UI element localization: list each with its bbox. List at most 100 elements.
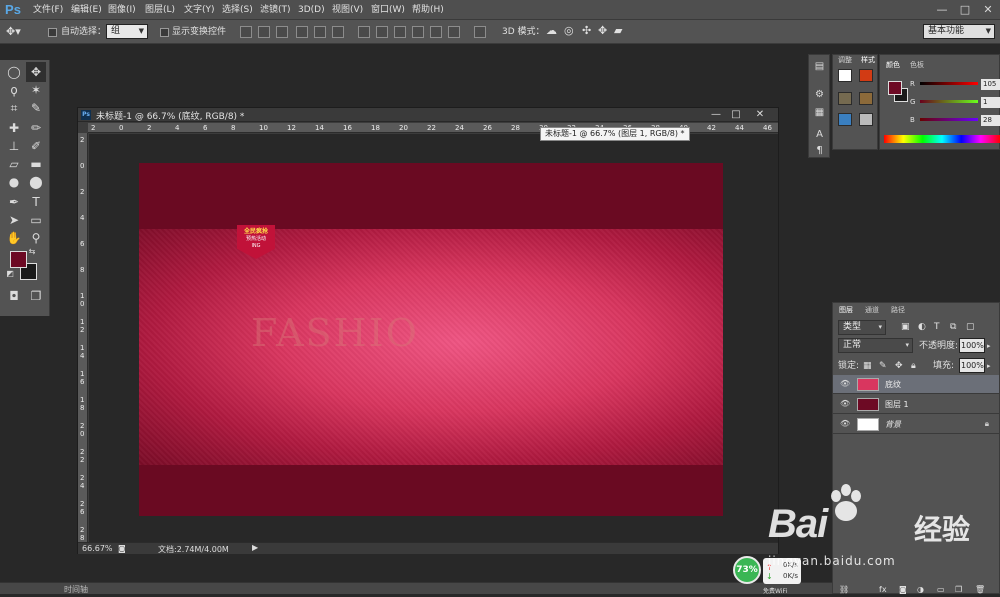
add-mask-icon[interactable]: ◙ bbox=[899, 583, 907, 597]
fill-input[interactable]: 100% bbox=[959, 358, 985, 373]
move-tool-icon[interactable]: ✥▾ bbox=[6, 25, 21, 39]
distribute-left-icon[interactable] bbox=[412, 26, 424, 38]
blur-tool-icon[interactable]: ● bbox=[4, 172, 24, 192]
menu-image[interactable]: 图像(I) bbox=[108, 4, 136, 16]
new-group-icon[interactable]: ▭ bbox=[937, 583, 945, 597]
menu-file[interactable]: 文件(F) bbox=[33, 4, 63, 16]
vertical-ruler[interactable]: 2 0 2 4 6 8 1 0 1 2 1 4 1 6 1 8 2 0 2 2 2 4 2 6 2 8 bbox=[78, 133, 88, 542]
menu-window[interactable]: 窗口(W) bbox=[371, 4, 405, 16]
menu-type[interactable]: 文字(Y) bbox=[184, 4, 215, 16]
eyedropper-icon[interactable]: ✎ bbox=[26, 98, 46, 118]
distribute-hcenter-icon[interactable] bbox=[430, 26, 442, 38]
zoom-tool-icon[interactable]: ⚲ bbox=[26, 228, 46, 248]
brush-tool-icon[interactable]: ✏ bbox=[26, 118, 46, 138]
default-colors-icon[interactable]: ◩ bbox=[4, 268, 16, 280]
type-tool-icon[interactable]: T bbox=[26, 192, 46, 212]
style-swatch-fire[interactable] bbox=[859, 69, 873, 82]
filter-pixel-icon[interactable]: ▣ bbox=[901, 320, 910, 334]
b-slider[interactable] bbox=[920, 118, 978, 121]
distribute-right-icon[interactable] bbox=[448, 26, 460, 38]
auto-select-checkbox[interactable] bbox=[48, 28, 57, 37]
history-brush-icon[interactable]: ✐ bbox=[26, 136, 46, 156]
align-vcenter-icon[interactable] bbox=[258, 26, 270, 38]
menu-3d[interactable]: 3D(D) bbox=[298, 4, 325, 16]
align-bottom-icon[interactable] bbox=[276, 26, 288, 38]
tab-color[interactable]: 颜色 bbox=[886, 60, 900, 70]
filter-smart-icon[interactable]: ▢ bbox=[966, 320, 975, 334]
blend-mode-dropdown[interactable]: 正常 ▾ bbox=[838, 338, 913, 353]
filter-shape-icon[interactable]: ⧉ bbox=[950, 320, 956, 334]
character-panel-icon[interactable]: A bbox=[812, 127, 827, 142]
style-swatch-sky[interactable] bbox=[838, 113, 852, 126]
color-spectrum[interactable] bbox=[884, 135, 1000, 143]
move-tool-icon[interactable]: ✥ bbox=[26, 62, 46, 82]
align-hcenter-icon[interactable] bbox=[314, 26, 326, 38]
timeline-label[interactable]: 时间轴 bbox=[64, 584, 88, 595]
r-value[interactable]: 105 bbox=[981, 79, 1000, 90]
swap-colors-icon[interactable]: ⇆ bbox=[26, 246, 38, 258]
gradient-tool-icon[interactable]: ▬ bbox=[26, 154, 46, 174]
link-layers-icon[interactable]: ⛓ bbox=[839, 583, 849, 597]
show-transform-checkbox[interactable] bbox=[160, 28, 169, 37]
align-right-icon[interactable] bbox=[332, 26, 344, 38]
eye-icon[interactable]: 👁︎ bbox=[840, 379, 850, 388]
lock-paint-icon[interactable]: ✎ bbox=[879, 359, 887, 373]
tab-paths[interactable]: 路径 bbox=[891, 305, 905, 315]
history-panel-icon[interactable]: ▤ bbox=[812, 59, 827, 74]
canvas[interactable]: FASHIO 全民疯抢 预热活动 ING bbox=[139, 163, 723, 516]
menu-help[interactable]: 帮助(H) bbox=[412, 4, 444, 16]
foreground-color-swatch[interactable] bbox=[10, 251, 27, 268]
status-arrow-icon[interactable]: ▶ bbox=[252, 543, 258, 552]
hand-tool-icon[interactable]: ✋ bbox=[4, 228, 24, 248]
path-select-icon[interactable]: ➤ bbox=[4, 210, 24, 230]
color-fg-swatch[interactable] bbox=[888, 81, 902, 95]
lock-position-icon[interactable]: ✥ bbox=[895, 359, 903, 373]
doc-close-button[interactable]: ✕ bbox=[750, 108, 770, 121]
delete-layer-icon[interactable]: 🗑︎ bbox=[975, 583, 985, 597]
shape-tool-icon[interactable]: ▭ bbox=[26, 210, 46, 230]
layer-filter-dropdown[interactable]: 类型 ▾ bbox=[838, 320, 886, 335]
g-value[interactable]: 1 bbox=[981, 97, 1000, 108]
auto-align-icon[interactable] bbox=[474, 26, 486, 38]
auto-select-dropdown[interactable]: 组 ▼ bbox=[106, 24, 148, 39]
marquee-tool-icon[interactable]: ◯ bbox=[4, 62, 24, 82]
style-swatch-gold[interactable] bbox=[859, 92, 873, 105]
dodge-tool-icon[interactable]: ⬤ bbox=[26, 172, 46, 192]
paragraph-panel-icon[interactable]: ¶ bbox=[812, 143, 827, 158]
align-top-icon[interactable] bbox=[240, 26, 252, 38]
quick-mask-icon[interactable]: ◘ bbox=[4, 286, 24, 306]
rotate-3d-icon[interactable]: ☁ bbox=[546, 24, 557, 38]
lock-pixels-icon[interactable]: ▦ bbox=[863, 359, 872, 373]
g-slider[interactable] bbox=[920, 100, 978, 103]
style-swatch-none[interactable] bbox=[838, 69, 852, 82]
document-title-bar[interactable]: Ps 未标题-1 @ 66.7% (底纹, RGB/8) * — □ ✕ bbox=[78, 108, 778, 122]
fill-arrow-icon[interactable]: ▸ bbox=[987, 359, 991, 373]
tab-styles[interactable]: 样式 bbox=[861, 55, 875, 65]
style-swatch-silver[interactable] bbox=[859, 113, 873, 126]
doc-maximize-button[interactable]: □ bbox=[726, 108, 746, 121]
stamp-tool-icon[interactable]: ⊥ bbox=[4, 136, 24, 156]
properties-panel-icon[interactable]: ⚙ bbox=[812, 87, 827, 102]
tab-adjustments[interactable]: 调整 bbox=[838, 55, 852, 65]
distribute-top-icon[interactable] bbox=[358, 26, 370, 38]
menu-select[interactable]: 选择(S) bbox=[222, 4, 253, 16]
maximize-button[interactable]: □ bbox=[954, 2, 976, 17]
export-icon[interactable]: ◙ bbox=[118, 544, 126, 553]
crop-tool-icon[interactable]: ⌗ bbox=[4, 98, 24, 118]
lasso-tool-icon[interactable]: ϙ bbox=[4, 80, 24, 100]
layer-row-background[interactable]: 👁︎ 背景 🔒︎ bbox=[833, 415, 999, 434]
zoom-level[interactable]: 66.67% bbox=[82, 544, 113, 553]
filter-adjust-icon[interactable]: ◐ bbox=[918, 320, 926, 334]
layer-row-texture[interactable]: 👁︎ 底纹 bbox=[833, 375, 999, 394]
fx-icon[interactable]: fx bbox=[879, 583, 887, 597]
doc-minimize-button[interactable]: — bbox=[706, 108, 726, 121]
b-value[interactable]: 28 bbox=[981, 115, 1000, 126]
roll-3d-icon[interactable]: ◎ bbox=[564, 24, 574, 38]
menu-edit[interactable]: 编辑(E) bbox=[71, 4, 102, 16]
drag-3d-icon[interactable]: ✣ bbox=[582, 24, 591, 38]
menu-filter[interactable]: 滤镜(T) bbox=[260, 4, 291, 16]
canvas-area[interactable]: FASHIO 全民疯抢 预热活动 ING bbox=[89, 134, 778, 542]
opacity-arrow-icon[interactable]: ▸ bbox=[987, 339, 991, 353]
adjustment-layer-icon[interactable]: ◑ bbox=[917, 583, 924, 597]
screen-mode-icon[interactable]: ❐ bbox=[26, 286, 46, 306]
